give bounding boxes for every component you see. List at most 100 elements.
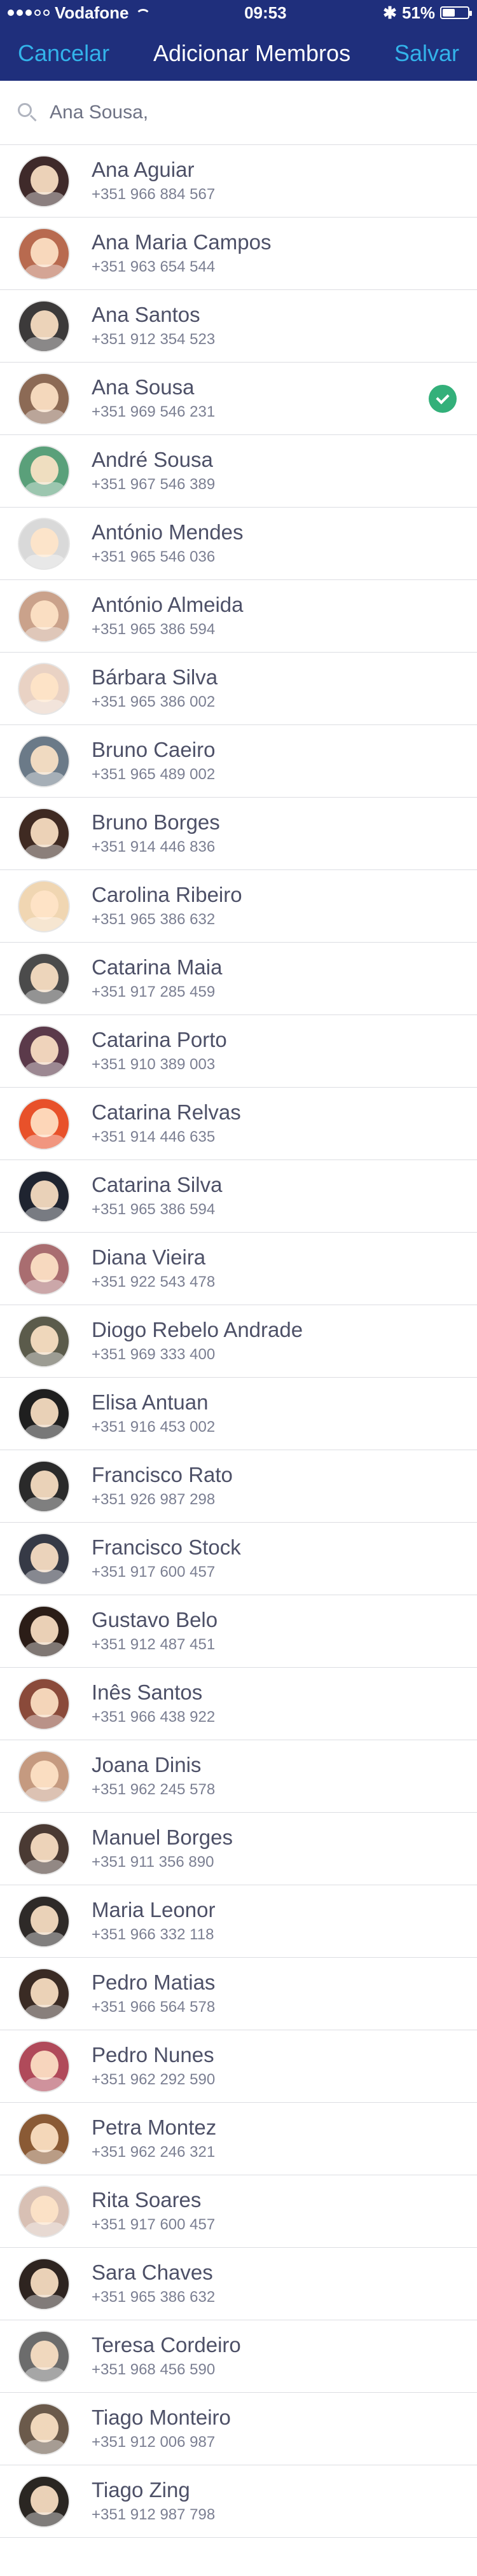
contact-text: Joana Dinis +351 962 245 578 (92, 1754, 215, 1798)
contact-text: Pedro Nunes +351 962 292 590 (92, 2044, 215, 2088)
contacts-list: Ana Aguiar +351 966 884 567 Ana Maria Camp… (0, 145, 477, 2538)
contact-name: Ana Santos (92, 303, 200, 327)
contact-row[interactable]: Maria Leonor +351 966 332 118 (0, 1885, 477, 1958)
contact-row[interactable]: Bruno Caeiro +351 965 489 002 (0, 725, 477, 798)
contact-phone: +351 965 386 632 (92, 910, 216, 928)
contact-row[interactable]: Manuel Borges +351 911 356 890 (0, 1813, 477, 1885)
contact-name: Francisco Stock (92, 1535, 241, 1560)
avatar (18, 590, 70, 642)
battery-icon (440, 6, 472, 19)
search-bar (0, 81, 477, 145)
avatar (18, 1822, 70, 1875)
contact-text: Bruno Caeiro +351 965 489 002 (92, 738, 215, 783)
contact-name: Bruno Caeiro (92, 738, 216, 762)
contact-name: Manuel Borges (92, 1825, 233, 1850)
contact-name: Sara Chaves (92, 2261, 213, 2285)
contact-row[interactable]: Gustavo Belo +351 912 487 451 (0, 1595, 477, 1668)
avatar (18, 1677, 70, 1730)
contact-row[interactable]: Francisco Rato +351 926 987 298 (0, 1450, 477, 1523)
contact-row[interactable]: Sara Chaves +351 965 386 632 (0, 2248, 477, 2320)
contact-row[interactable]: Teresa Cordeiro +351 968 456 590 (0, 2320, 477, 2393)
contact-phone: +351 965 386 594 (92, 1200, 216, 1218)
avatar (18, 445, 70, 497)
contact-text: Catarina Maia +351 917 285 459 (92, 956, 222, 1001)
contact-row[interactable]: André Sousa +351 967 546 389 (0, 435, 477, 508)
contact-name: Pedro Nunes (92, 2043, 214, 2067)
contact-row[interactable]: Catarina Relvas +351 914 446 635 (0, 1088, 477, 1160)
contact-row[interactable]: Ana Maria Campos +351 963 654 544 (0, 218, 477, 290)
search-input[interactable] (48, 101, 432, 124)
contact-row[interactable]: Carolina Ribeiro +351 965 386 632 (0, 870, 477, 943)
contact-text: Inês Santos +351 966 438 922 (92, 1681, 215, 1726)
contact-name: António Almeida (92, 593, 244, 617)
carrier-label: Vodafone (55, 3, 129, 22)
avatar (18, 1750, 70, 1803)
contact-row[interactable]: Catarina Maia +351 917 285 459 (0, 943, 477, 1015)
save-button[interactable]: Salvar (394, 40, 459, 67)
contact-row[interactable]: Pedro Nunes +351 962 292 590 (0, 2030, 477, 2103)
contact-phone: +351 914 446 635 (92, 1128, 216, 1146)
contact-name: Teresa Cordeiro (92, 2333, 241, 2357)
contact-text: Gustavo Belo +351 912 487 451 (92, 1609, 218, 1653)
navigation-bar: Cancelar Adicionar Membros Salvar (0, 25, 477, 81)
contact-row[interactable]: Catarina Silva +351 965 386 594 (0, 1160, 477, 1233)
contact-row[interactable]: Bruno Borges +351 914 446 836 (0, 798, 477, 870)
contact-text: Teresa Cordeiro +351 968 456 590 (92, 2334, 241, 2378)
avatar (18, 2185, 70, 2238)
status-bar: Vodafone 09:53 ✱ 51% (0, 0, 477, 25)
contact-name: Elisa Antuan (92, 1390, 209, 1415)
contact-text: Ana Maria Campos +351 963 654 544 (92, 231, 271, 275)
contact-row[interactable]: António Almeida +351 965 386 594 (0, 580, 477, 653)
contact-row[interactable]: António Mendes +351 965 546 036 (0, 508, 477, 580)
status-time: 09:53 (244, 3, 287, 22)
contact-phone: +351 962 246 321 (92, 2143, 216, 2161)
contact-row[interactable]: Petra Montez +351 962 246 321 (0, 2103, 477, 2175)
contact-row[interactable]: Bárbara Silva +351 965 386 002 (0, 653, 477, 725)
contact-name: Tiago Monteiro (92, 2406, 231, 2430)
contact-row[interactable]: Francisco Stock +351 917 600 457 (0, 1523, 477, 1595)
avatar (18, 1315, 70, 1368)
contact-row[interactable]: Diana Vieira +351 922 543 478 (0, 1233, 477, 1305)
contact-phone: +351 917 285 459 (92, 983, 216, 1001)
avatar (18, 952, 70, 1005)
cancel-button[interactable]: Cancelar (18, 40, 109, 67)
contact-row[interactable]: Rita Soares +351 917 600 457 (0, 2175, 477, 2248)
contact-row[interactable]: Joana Dinis +351 962 245 578 (0, 1740, 477, 1813)
contact-row[interactable]: Ana Aguiar +351 966 884 567 (0, 145, 477, 218)
contact-row[interactable]: Elisa Antuan +351 916 453 002 (0, 1378, 477, 1450)
contact-phone: +351 917 600 457 (92, 2215, 216, 2233)
contact-row[interactable]: Tiago Zing +351 912 987 798 (0, 2465, 477, 2538)
contact-phone: +351 965 489 002 (92, 765, 216, 783)
contact-phone: +351 963 654 544 (92, 258, 216, 275)
wifi-icon (134, 8, 148, 18)
contact-phone: +351 962 245 578 (92, 1780, 216, 1798)
avatar (18, 1967, 70, 2020)
contact-text: Maria Leonor +351 966 332 118 (92, 1899, 215, 1943)
contact-phone: +351 965 386 002 (92, 693, 216, 710)
contact-name: Inês Santos (92, 1680, 203, 1705)
contact-name: Ana Aguiar (92, 158, 195, 182)
avatar (18, 1605, 70, 1658)
contact-phone: +351 910 389 003 (92, 1055, 216, 1073)
contact-phone: +351 912 006 987 (92, 2433, 216, 2451)
contact-row[interactable]: Diogo Rebelo Andrade +351 969 333 400 (0, 1305, 477, 1378)
avatar (18, 517, 70, 570)
contact-row[interactable]: Tiago Monteiro +351 912 006 987 (0, 2393, 477, 2465)
contact-phone: +351 965 386 594 (92, 620, 216, 638)
contact-row[interactable]: Catarina Porto +351 910 389 003 (0, 1015, 477, 1088)
contact-row[interactable]: Ana Santos +351 912 354 523 (0, 290, 477, 363)
contact-phone: +351 965 386 632 (92, 2288, 216, 2306)
contact-name: António Mendes (92, 520, 244, 544)
contact-row[interactable]: Inês Santos +351 966 438 922 (0, 1668, 477, 1740)
contact-name: Maria Leonor (92, 1898, 216, 1922)
contact-row[interactable]: Pedro Matias +351 966 564 578 (0, 1958, 477, 2030)
contact-phone: +351 967 546 389 (92, 475, 216, 493)
avatar (18, 662, 70, 715)
selected-check-icon[interactable] (429, 384, 457, 413)
contact-text: Diogo Rebelo Andrade +351 969 333 400 (92, 1319, 303, 1363)
contact-text: Ana Santos +351 912 354 523 (92, 303, 215, 348)
contact-row[interactable]: Ana Sousa +351 969 546 231 (0, 363, 477, 435)
contact-phone: +351 917 600 457 (92, 1563, 216, 1581)
search-icon (18, 103, 37, 122)
avatar (18, 2330, 70, 2383)
